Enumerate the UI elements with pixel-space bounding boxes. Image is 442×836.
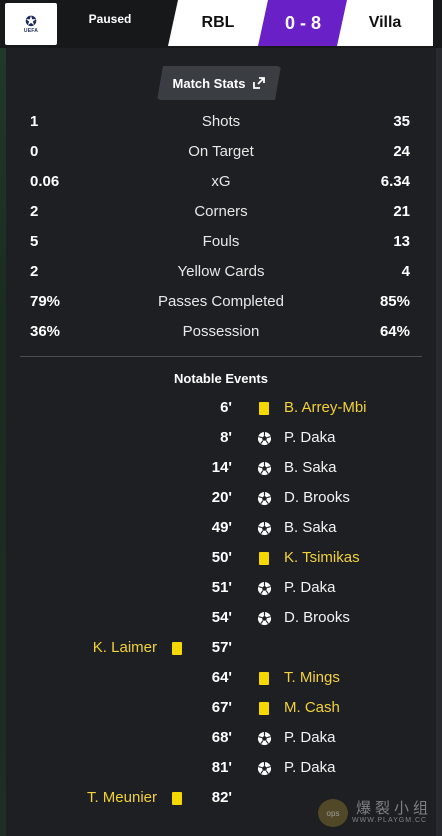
event-minute: 6' — [220, 399, 232, 416]
event-player-name[interactable]: K. Tsimikas — [284, 549, 360, 566]
stat-row: 0 On Target 24 — [0, 137, 442, 167]
stat-row: 36% Possession 64% — [0, 317, 442, 347]
match-header: ✪ UEFA Paused RBL 0 - 8 Villa — [0, 0, 442, 48]
event-row: 50' K. Tsimikas — [0, 543, 442, 573]
yellow-card-icon — [257, 671, 272, 686]
yellow-card-icon — [170, 791, 185, 806]
event-row: 67' M. Cash — [0, 693, 442, 723]
watermark-logo-icon: ops — [318, 799, 348, 827]
goal-ball-icon — [257, 761, 272, 776]
section-divider — [20, 356, 422, 357]
match-stats-label: Match Stats — [172, 75, 246, 91]
event-row: 64' T. Mings — [0, 663, 442, 693]
match-stats-button[interactable]: Match Stats — [157, 66, 281, 100]
stat-label: Shots — [201, 113, 241, 130]
event-minute: 68' — [211, 729, 232, 746]
stat-label: Yellow Cards — [177, 263, 265, 280]
stat-label: On Target — [188, 143, 254, 160]
yellow-card-icon — [170, 641, 185, 656]
event-row: 6' B. Arrey-Mbi — [0, 393, 442, 423]
stat-row: 0.06 xG 6.34 — [0, 167, 442, 197]
event-minute: 20' — [211, 489, 232, 506]
event-player-name[interactable]: T. Meunier — [87, 789, 157, 806]
yellow-card-icon — [257, 551, 272, 566]
notable-events-title: Notable Events — [174, 371, 268, 386]
event-minute: 64' — [211, 669, 232, 686]
event-row: 51' P. Daka — [0, 573, 442, 603]
stat-row: 5 Fouls 13 — [0, 227, 442, 257]
match-status: Paused — [88, 12, 132, 26]
event-minute: 54' — [211, 609, 232, 626]
goal-ball-icon — [257, 611, 272, 626]
event-player-name[interactable]: D. Brooks — [284, 609, 350, 626]
goal-ball-icon — [257, 521, 272, 536]
event-row: 20' D. Brooks — [0, 483, 442, 513]
event-minute: 14' — [211, 459, 232, 476]
yellow-card-icon — [257, 701, 272, 716]
goal-ball-icon — [257, 431, 272, 446]
event-row: 68' P. Daka — [0, 723, 442, 753]
stat-row: 79% Passes Completed 85% — [0, 287, 442, 317]
yellow-card-icon — [257, 401, 272, 416]
stat-away-value: 13 — [393, 233, 410, 250]
stat-row: 2 Corners 21 — [0, 197, 442, 227]
watermark-title: 爆裂小组 — [356, 800, 433, 817]
event-row: 54' D. Brooks — [0, 603, 442, 633]
stat-away-value: 6.34 — [380, 173, 410, 190]
event-player-name[interactable]: M. Cash — [284, 699, 340, 716]
stat-label: Corners — [194, 203, 248, 220]
goal-ball-icon — [257, 461, 272, 476]
stat-away-value: 64% — [379, 323, 410, 340]
event-player-name[interactable]: T. Mings — [284, 669, 340, 686]
event-row: 49' B. Saka — [0, 513, 442, 543]
event-minute: 51' — [211, 579, 232, 596]
event-player-name[interactable]: P. Daka — [284, 429, 335, 446]
stat-row: 2 Yellow Cards 4 — [0, 257, 442, 287]
goal-ball-icon — [257, 731, 272, 746]
expand-icon — [253, 77, 265, 89]
event-player-name[interactable]: K. Laimer — [93, 639, 157, 656]
stat-away-value: 35 — [393, 113, 410, 130]
stat-away-value: 21 — [393, 203, 410, 220]
event-player-name[interactable]: B. Saka — [284, 459, 337, 476]
stat-label: Possession — [182, 323, 260, 340]
event-player-name[interactable]: B. Arrey-Mbi — [284, 399, 367, 416]
competition-logo-icon: ✪ UEFA — [5, 3, 57, 45]
event-player-name[interactable]: D. Brooks — [284, 489, 350, 506]
event-player-name[interactable]: P. Daka — [284, 729, 335, 746]
away-team-name[interactable]: Villa — [337, 0, 433, 46]
stat-label: Fouls — [202, 233, 240, 250]
stat-away-value: 4 — [401, 263, 410, 280]
event-row: 14' B. Saka — [0, 453, 442, 483]
event-row: 8' P. Daka — [0, 423, 442, 453]
home-team-name[interactable]: RBL — [168, 0, 268, 46]
event-row: 81' P. Daka — [0, 753, 442, 783]
goal-ball-icon — [257, 581, 272, 596]
site-watermark: ops 爆裂小组 WWW.PLAYGM.CC — [316, 797, 438, 831]
event-minute: 81' — [211, 759, 232, 776]
event-minute: 8' — [220, 429, 232, 446]
stat-away-value: 85% — [379, 293, 410, 310]
event-player-name[interactable]: P. Daka — [284, 579, 335, 596]
stat-away-value: 24 — [393, 143, 410, 160]
watermark-url: WWW.PLAYGM.CC — [352, 817, 428, 824]
stat-label: xG — [211, 173, 231, 190]
event-minute: 50' — [211, 549, 232, 566]
event-minute: 49' — [211, 519, 232, 536]
event-minute: 67' — [211, 699, 232, 716]
event-player-name[interactable]: B. Saka — [284, 519, 337, 536]
goal-ball-icon — [257, 491, 272, 506]
event-row: 57' K. Laimer — [0, 633, 442, 663]
stat-row: 1 Shots 35 — [0, 107, 442, 137]
event-player-name[interactable]: P. Daka — [284, 759, 335, 776]
stat-label: Passes Completed — [158, 293, 284, 310]
scoreline: 0 - 8 — [258, 0, 348, 46]
